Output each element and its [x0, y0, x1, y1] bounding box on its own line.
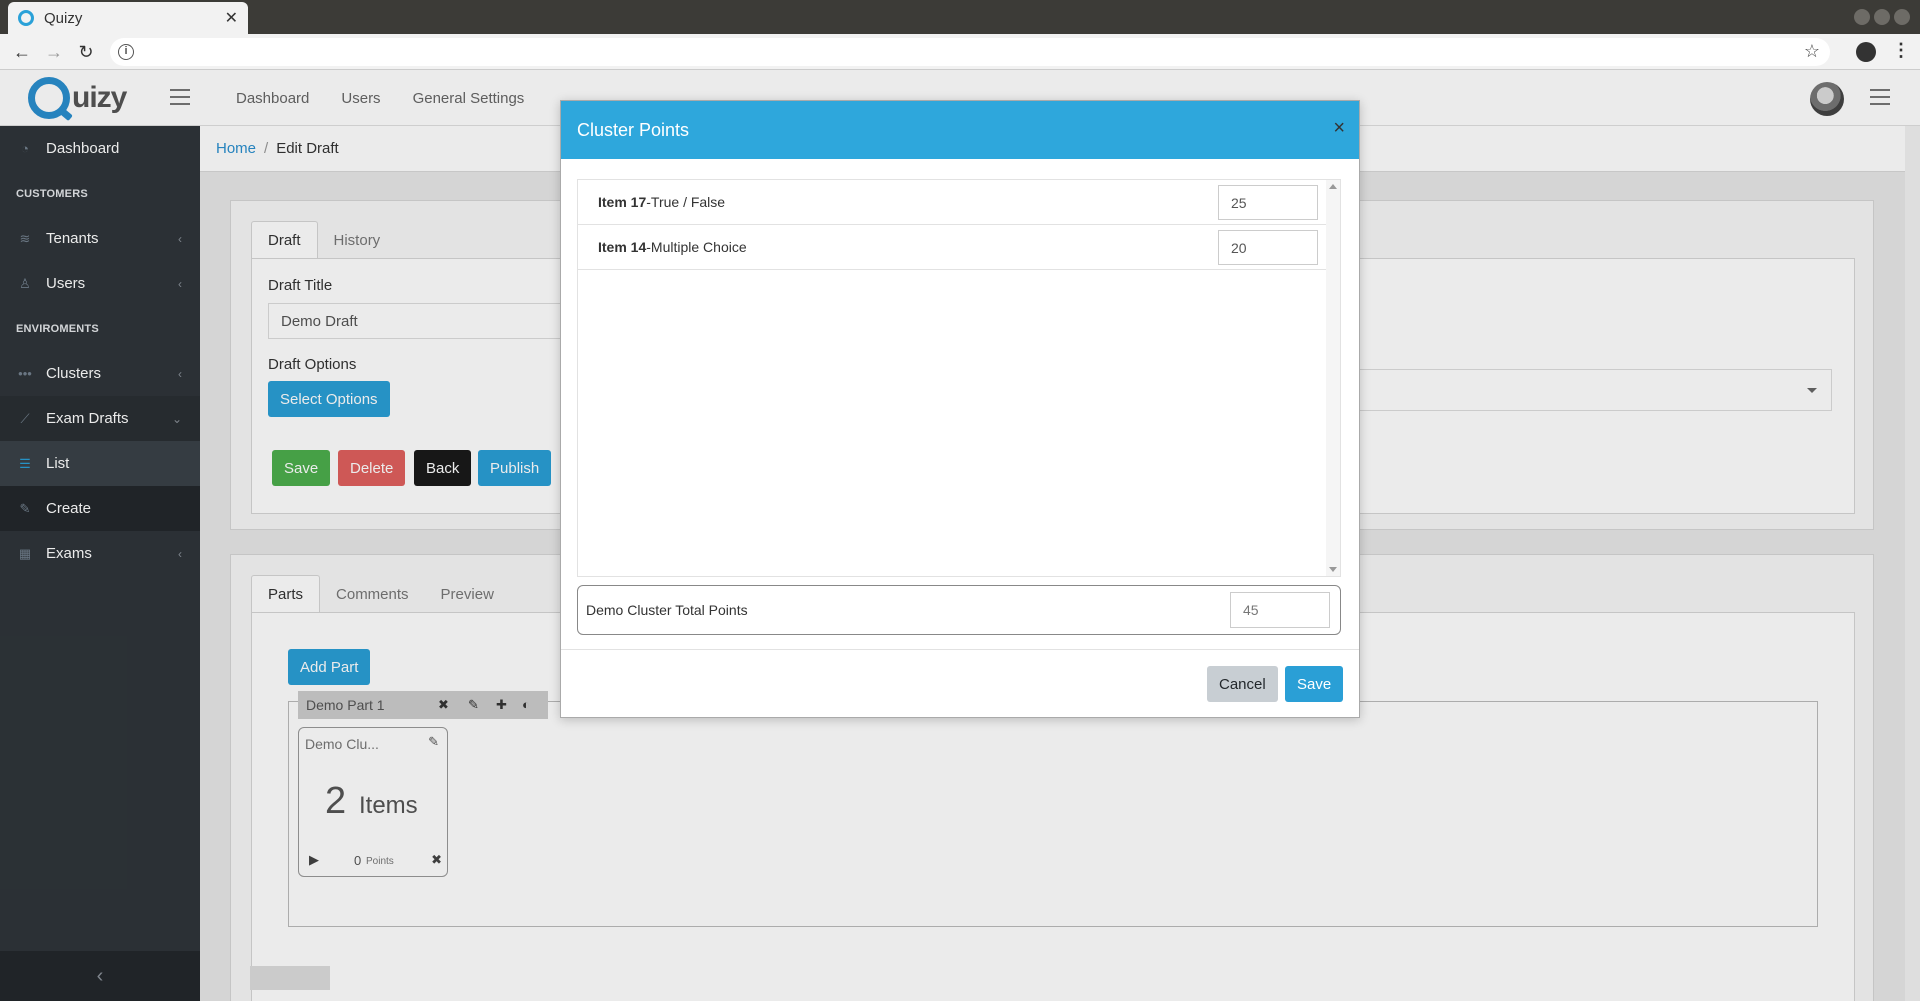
modal-footer: Cancel Save [561, 649, 1359, 702]
item-type: -Multiple Choice [646, 239, 747, 255]
cancel-button[interactable]: Cancel [1207, 666, 1278, 702]
minimize-icon[interactable] [1854, 9, 1870, 25]
item-id: Item 14 [598, 239, 647, 255]
bookmark-star-icon[interactable]: ☆ [1804, 41, 1820, 62]
modal-close-icon[interactable]: × [1333, 117, 1345, 140]
forward-arrow-icon[interactable]: → [42, 40, 66, 64]
list-scrollbar[interactable] [1326, 180, 1340, 576]
scroll-up-icon[interactable] [1329, 184, 1337, 189]
address-bar[interactable]: i ☆ [110, 38, 1830, 66]
extension-icon[interactable] [1856, 42, 1876, 62]
total-points-input: 45 [1230, 592, 1330, 628]
quizy-favicon-icon [18, 10, 34, 26]
tab-close-icon[interactable]: ✕ [225, 8, 238, 28]
site-info-icon[interactable]: i [118, 44, 134, 60]
item-points-input[interactable]: 25 [1218, 185, 1318, 220]
modal-title: Cluster Points [577, 119, 690, 140]
back-arrow-icon[interactable]: ← [10, 40, 34, 64]
browser-menu-icon[interactable]: ⋮ [1892, 40, 1910, 61]
browser-tab-title: Quizy [44, 9, 83, 27]
browser-tabbar: Quizy ✕ [0, 0, 1920, 34]
list-item: Item 17 -True / False 25 [578, 180, 1328, 225]
item-points-input[interactable]: 20 [1218, 230, 1318, 265]
cluster-items-list: Item 17 -True / False 25 Item 14 -Multiple… [577, 179, 1341, 577]
maximize-icon[interactable] [1874, 9, 1890, 25]
browser-tab[interactable]: Quizy ✕ [8, 2, 248, 34]
reload-icon[interactable]: ↻ [74, 40, 98, 64]
window-controls [1854, 9, 1910, 25]
modal-header: Cluster Points × [561, 101, 1359, 159]
cluster-total-row: Demo Cluster Total Points 45 [577, 585, 1341, 635]
total-points-label: Demo Cluster Total Points [586, 602, 748, 618]
item-id: Item 17 [598, 194, 647, 210]
list-item: Item 14 -Multiple Choice 20 [578, 225, 1328, 270]
window-close-icon[interactable] [1894, 9, 1910, 25]
modal-save-button[interactable]: Save [1285, 666, 1344, 702]
browser-toolbar: ← → ↻ i ☆ ⋮ [0, 34, 1920, 70]
scroll-down-icon[interactable] [1329, 567, 1337, 572]
item-type: -True / False [646, 194, 726, 210]
cluster-points-modal: Cluster Points × Item 17 -True / False 25… [560, 100, 1360, 718]
